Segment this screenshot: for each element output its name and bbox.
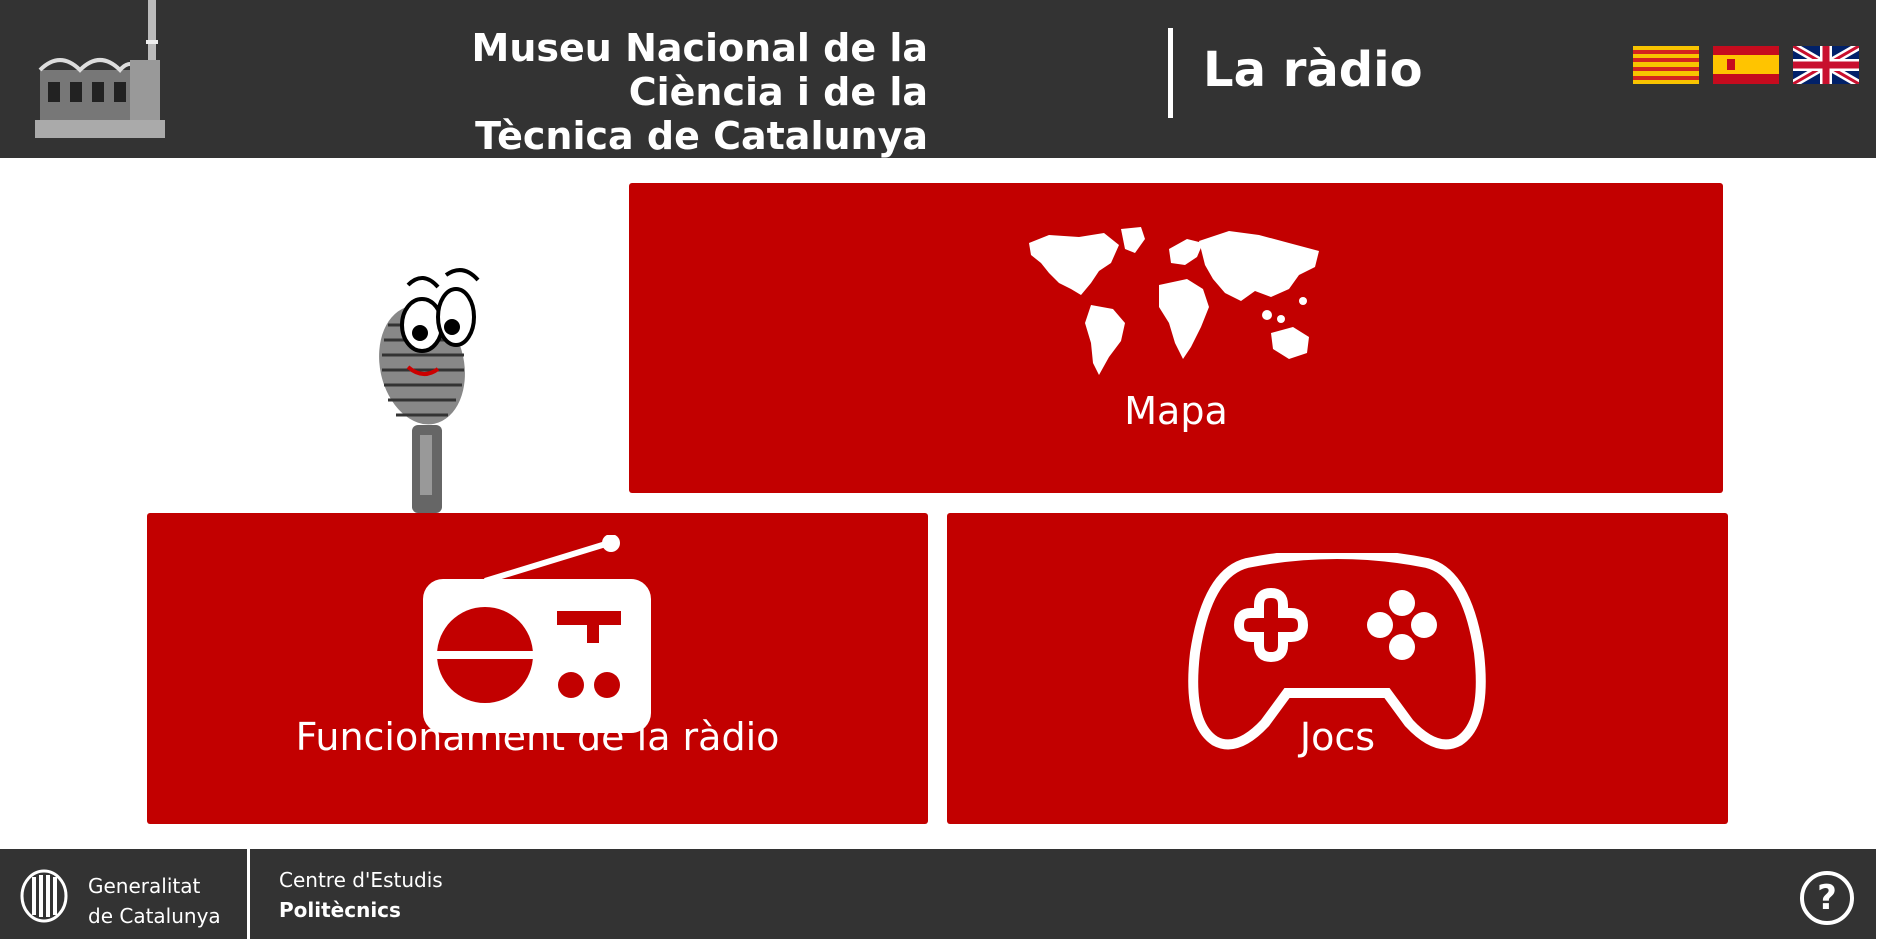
generalitat-line1: Generalitat [88, 874, 201, 898]
museum-logo [35, 0, 165, 138]
games-tile-label: Jocs [1299, 715, 1376, 759]
world-map-icon [1029, 227, 1319, 375]
generalitat-logo [20, 869, 68, 923]
radio-function-tile-label: Funcionament de la ràdio [295, 715, 780, 759]
cep-line2: Politècnics [279, 898, 401, 922]
microphone-mascot-image [379, 268, 480, 513]
museum-title-line1: Museu Nacional de la Ciència i de la [471, 26, 928, 114]
museum-title-line2: Tècnica de Catalunya [475, 114, 928, 158]
title-divider [1168, 28, 1173, 118]
spanish-flag-icon[interactable] [1713, 46, 1779, 84]
games-tile[interactable]: Jocs [947, 513, 1728, 824]
radio-icon [423, 535, 651, 733]
uk-flag-icon[interactable] [1793, 46, 1859, 84]
help-button[interactable]: ? [1800, 871, 1854, 925]
map-tile[interactable]: Mapa [629, 183, 1723, 493]
generalitat-text: Generalitat de Catalunya [88, 871, 221, 931]
header-bar: Museu Nacional de la Ciència i de la Tèc… [0, 0, 1876, 158]
catalan-flag-icon[interactable] [1633, 46, 1699, 84]
radio-function-tile[interactable]: Funcionament de la ràdio [147, 513, 928, 824]
map-tile-label: Mapa [1124, 389, 1228, 433]
footer-divider [247, 849, 250, 939]
language-selector [1633, 46, 1859, 84]
footer-bar: Generalitat de Catalunya Centre d'Estudi… [0, 849, 1876, 939]
section-title: La ràdio [1203, 42, 1423, 98]
cep-line1: Centre d'Estudis [279, 868, 443, 892]
museum-title: Museu Nacional de la Ciència i de la Tèc… [328, 26, 928, 158]
generalitat-line2: de Catalunya [88, 904, 221, 928]
cep-text: Centre d'Estudis Politècnics [279, 865, 443, 925]
